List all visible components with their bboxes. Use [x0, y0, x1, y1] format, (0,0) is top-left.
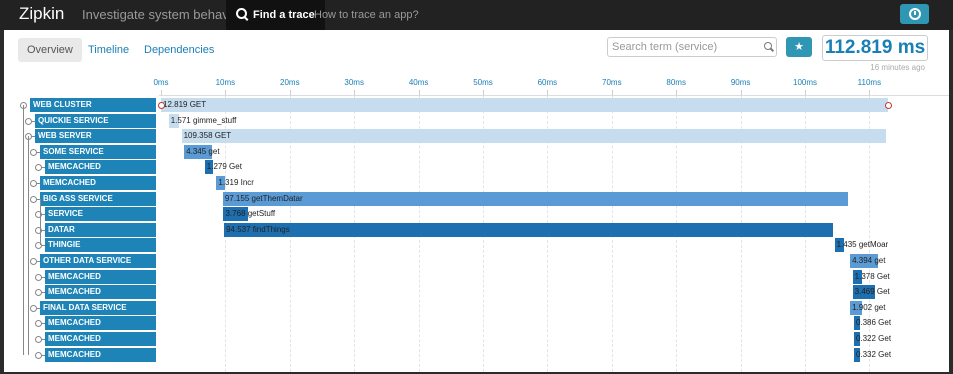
service-label[interactable]: MEMCACHED — [45, 160, 156, 175]
service-label[interactable]: MEMCACHED — [45, 285, 156, 300]
service-label[interactable]: WEB SERVER — [35, 129, 156, 144]
collapse-toggle[interactable] — [35, 164, 42, 172]
tick-label: 100ms — [792, 78, 818, 87]
tab-timeline[interactable]: Timeline — [79, 38, 138, 62]
service-label[interactable]: MEMCACHED — [45, 347, 156, 362]
trace-panel: Overview Timeline Dependencies ★ 112.819… — [4, 30, 949, 372]
span-duration-label: 1.279 Get — [206, 162, 242, 172]
navbar: Zipkin Investigate system behavior Find … — [0, 0, 953, 30]
collapse-toggle[interactable] — [30, 180, 37, 187]
service-label[interactable]: MEMCACHED — [40, 176, 156, 190]
span-duration-label: 94.537 findThings — [226, 224, 290, 234]
span-bar[interactable] — [161, 98, 888, 112]
span-duration-label: 1.571 gimme_stuff — [170, 115, 237, 125]
tagline: Investigate system behavior — [82, 7, 244, 22]
span-duration-label: 3.469 Get — [854, 287, 890, 297]
span-duration-label: 109.358 GET — [183, 131, 232, 141]
service-label[interactable]: QUICKIE SERVICE — [35, 113, 156, 128]
collapse-toggle[interactable] — [30, 258, 37, 265]
span-bar[interactable] — [222, 191, 849, 206]
trace-duration: 112.819 ms — [822, 35, 928, 61]
span-duration-label: 4.345 get — [186, 146, 220, 156]
tick-label: 60ms — [537, 78, 558, 87]
span-duration-label: 12.819 GET — [163, 100, 207, 109]
tree-connector — [23, 105, 24, 355]
tree-connector — [28, 136, 29, 355]
tick-label: 0ms — [153, 78, 169, 87]
span-duration-label: 97.155 getThemDatar — [224, 193, 303, 203]
span-duration-label: 3.768 getStuff — [225, 209, 276, 219]
collapse-toggle[interactable] — [30, 148, 37, 156]
tree-connector — [40, 198, 41, 246]
span-duration-label: 0.322 Get — [855, 334, 892, 343]
annotation-marker[interactable] — [158, 102, 165, 109]
collapse-toggle[interactable] — [35, 289, 42, 297]
span-duration-label: 1.902 get — [852, 302, 886, 312]
tick-label: 70ms — [602, 78, 622, 87]
tab-overview[interactable]: Overview — [18, 38, 82, 62]
clock-button[interactable] — [900, 4, 929, 24]
search-icon — [236, 8, 247, 19]
tick-label: 50ms — [473, 78, 493, 87]
service-label[interactable]: MEMCACHED — [45, 332, 156, 346]
service-label[interactable]: THINGIE — [45, 238, 156, 253]
collapse-toggle[interactable] — [30, 195, 37, 203]
service-label[interactable]: FINAL DATA SERVICE — [40, 300, 156, 315]
span-bar[interactable] — [224, 222, 833, 237]
span-bar[interactable] — [181, 129, 886, 144]
time-ruler: 0ms 10ms 20ms 30ms 40ms 50ms 60ms 70ms 80ms 90ms 1… — [153, 78, 949, 95]
service-label[interactable]: BIG ASS SERVICE — [40, 191, 156, 206]
nav-how-to-trace[interactable]: How to trace an app? — [314, 0, 419, 30]
collapse-toggle[interactable] — [35, 336, 42, 343]
span-duration-label: 1.435 getMoar — [836, 240, 889, 250]
tick-label: 30ms — [344, 78, 364, 87]
collapse-toggle[interactable] — [25, 117, 32, 125]
tick-label: 80ms — [666, 78, 686, 87]
span-duration-label: 4.394 get — [852, 256, 886, 265]
service-label[interactable]: MEMCACHED — [45, 269, 156, 284]
span-duration-label: 1.378 Get — [854, 271, 890, 281]
tick-label: 110ms — [857, 78, 882, 87]
collapse-toggle[interactable] — [35, 351, 42, 359]
service-label[interactable]: SERVICE — [45, 207, 156, 222]
span-timeline: WEB CLUSTER 12.819 GET QUICKIE SERVICE 1.57… — [4, 96, 949, 372]
annotation-marker[interactable] — [884, 102, 892, 109]
span-duration-label: 0.386 Get — [855, 318, 892, 328]
tick-label: 10ms — [215, 78, 236, 87]
nav-find-trace-label: Find a trace — [253, 9, 315, 21]
brand-logo[interactable]: Zipkin — [19, 4, 64, 24]
star-icon: ★ — [794, 41, 804, 53]
service-label[interactable]: WEB CLUSTER — [30, 98, 156, 112]
collapse-toggle[interactable] — [35, 273, 42, 281]
tick-label: 40ms — [408, 78, 429, 87]
collapse-toggle[interactable] — [35, 320, 42, 328]
service-label[interactable]: SOME SERVICE — [40, 144, 156, 159]
trace-age: 16 minutes ago — [870, 63, 925, 72]
clock-icon — [909, 8, 921, 20]
favorite-button[interactable]: ★ — [786, 37, 812, 57]
tick-label: 90ms — [730, 78, 751, 87]
service-label[interactable]: DATAR — [45, 222, 156, 237]
collapse-toggle[interactable] — [30, 304, 37, 312]
span-duration-label: 0.332 Get — [855, 349, 892, 359]
tick-label: 20ms — [280, 78, 300, 87]
service-label[interactable]: OTHER DATA SERVICE — [40, 254, 156, 268]
search-input[interactable] — [607, 37, 777, 57]
service-label[interactable]: MEMCACHED — [45, 316, 156, 331]
nav-find-trace[interactable]: Find a trace — [226, 0, 325, 30]
search-icon — [764, 42, 772, 50]
tab-dependencies[interactable]: Dependencies — [135, 38, 223, 62]
span-duration-label: 1.319 Incr — [218, 178, 254, 187]
